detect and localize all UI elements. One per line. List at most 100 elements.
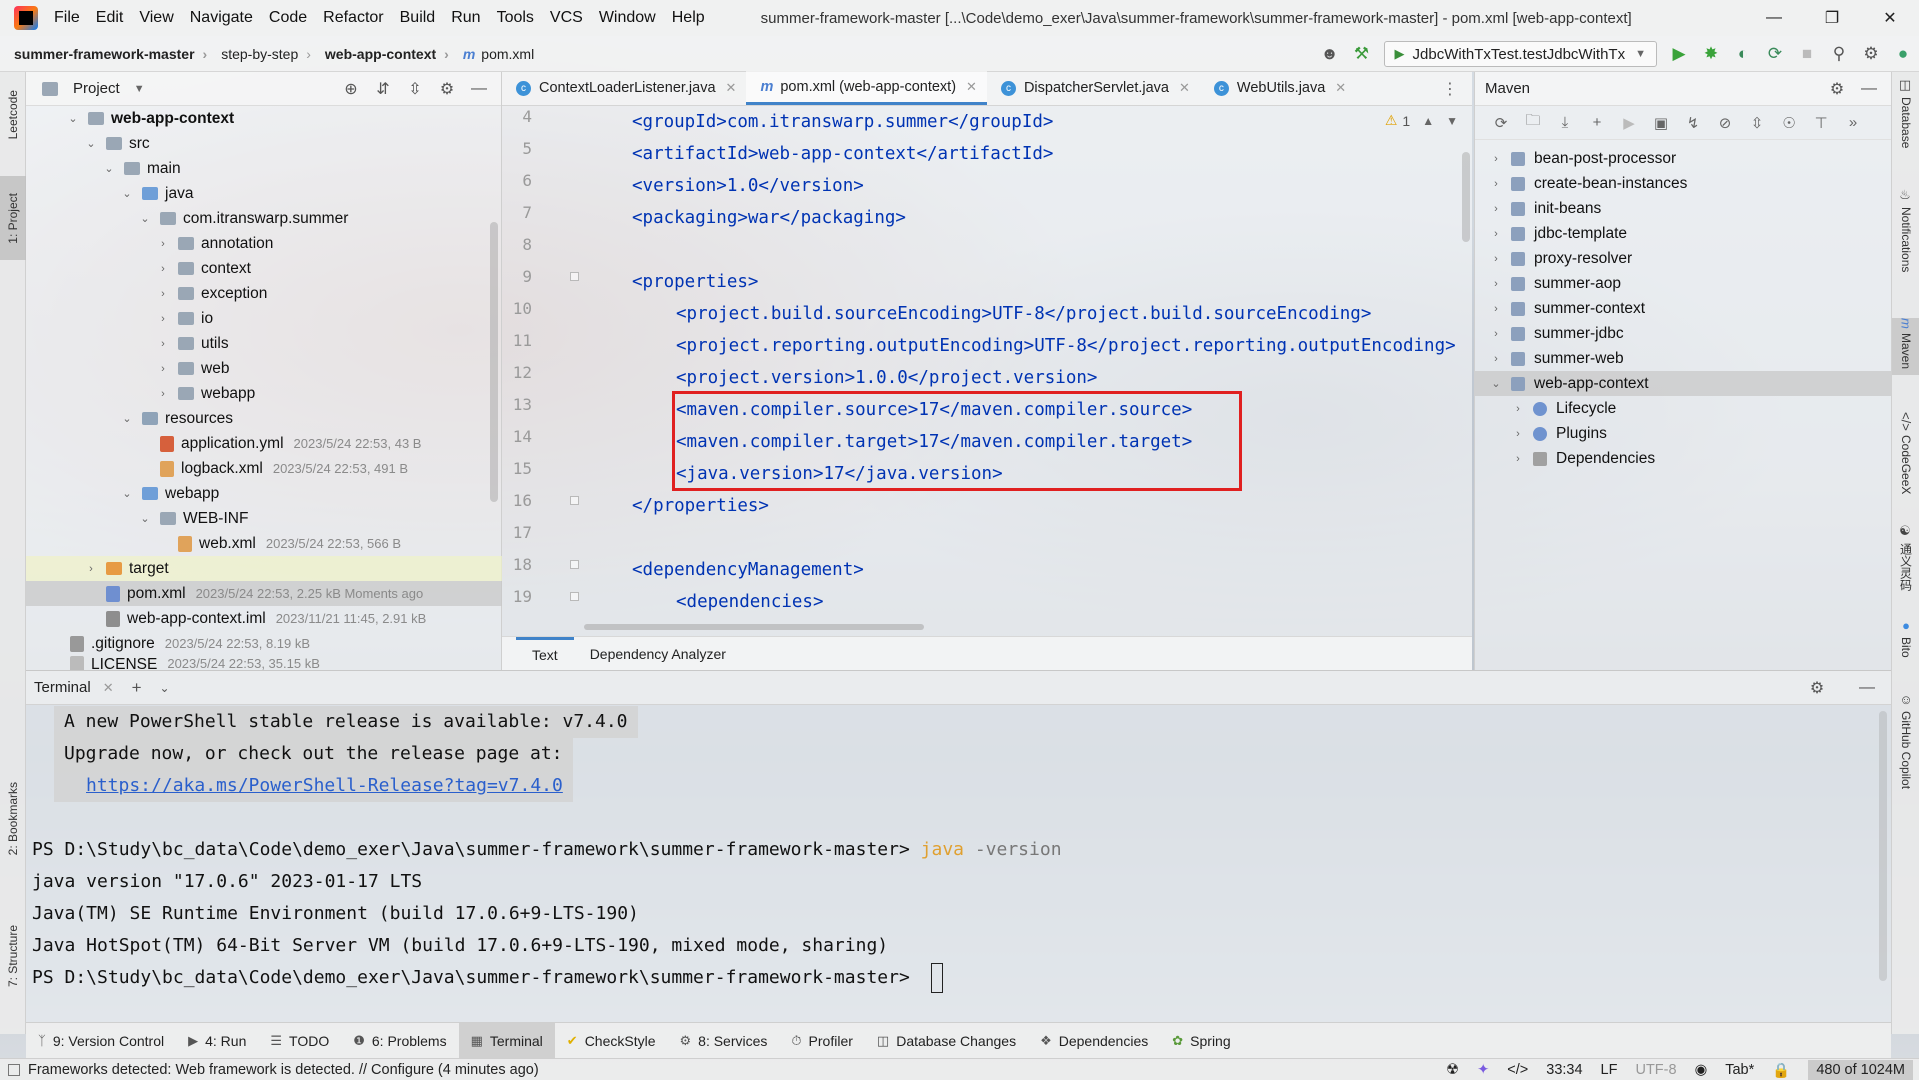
tree-item[interactable]: ⌄ web-app-context bbox=[26, 106, 502, 131]
tab-bookmarks[interactable]: 2: Bookmarks bbox=[0, 774, 26, 864]
tab-text[interactable]: Text bbox=[516, 636, 574, 671]
gear-icon[interactable]: ⚙ bbox=[1855, 36, 1887, 72]
maven-project-item[interactable]: › summer-aop bbox=[1475, 271, 1892, 296]
minimize-icon[interactable]: — bbox=[1745, 0, 1803, 36]
chevron-right-icon[interactable]: › bbox=[156, 338, 170, 350]
tab-github-copilot[interactable]: ☺ GitHub Copilot bbox=[1892, 692, 1919, 789]
code-area[interactable]: <groupId>com.itranswarp.summer</groupId>… bbox=[582, 106, 1472, 636]
breadcrumb-file[interactable]: m pom.xml bbox=[449, 46, 534, 62]
caret-position[interactable]: 33:34 bbox=[1546, 1062, 1582, 1078]
gear-icon[interactable]: ⚙ bbox=[1801, 678, 1833, 698]
tree-item[interactable]: ⌄ WEB-INF bbox=[26, 506, 502, 531]
toolwindow-todo[interactable]: ☰ TODO bbox=[258, 1023, 341, 1059]
toolwindow-services[interactable]: ⚙ 8: Services bbox=[668, 1023, 780, 1059]
menu-run[interactable]: Run bbox=[451, 9, 480, 27]
maven-project-item[interactable]: › init-beans bbox=[1475, 196, 1892, 221]
toggle-offline-icon[interactable]: ↯ bbox=[1677, 114, 1709, 132]
debug-icon[interactable]: ✸ bbox=[1695, 36, 1727, 72]
menu-file[interactable]: File bbox=[54, 9, 80, 27]
toolwindow-dependencies[interactable]: ❖ Dependencies bbox=[1028, 1023, 1160, 1059]
user-icon[interactable]: ☻ bbox=[1314, 36, 1346, 72]
chevron-right-icon[interactable]: › bbox=[1489, 353, 1503, 365]
close-icon[interactable]: ✕ bbox=[966, 79, 977, 95]
tree-item[interactable]: application.yml 2023/5/24 22:53, 43 B bbox=[26, 431, 502, 456]
menu-build[interactable]: Build bbox=[400, 9, 436, 27]
chevron-right-icon[interactable]: › bbox=[1489, 228, 1503, 240]
hide-icon[interactable]: — bbox=[1851, 679, 1883, 697]
run-configuration-select[interactable]: ▶ JdbcWithTxTest.testJdbcWithTx ▼ bbox=[1383, 41, 1657, 67]
maven-project-item[interactable]: › summer-web bbox=[1475, 346, 1892, 371]
hide-icon[interactable]: — bbox=[463, 80, 495, 98]
collapse-icon[interactable]: ⇳ bbox=[1741, 114, 1773, 132]
chevron-down-icon[interactable]: ⌄ bbox=[138, 212, 152, 225]
chevron-right-icon[interactable]: › bbox=[1489, 178, 1503, 190]
build-hammer-icon[interactable]: ⚒ bbox=[1346, 36, 1378, 72]
editor-scrollbar[interactable] bbox=[1462, 152, 1470, 242]
add-folder-icon[interactable]: 🗀 bbox=[1517, 110, 1549, 135]
restore-icon[interactable]: ❐ bbox=[1803, 0, 1861, 36]
chevron-right-icon[interactable]: › bbox=[1489, 278, 1503, 290]
line-separator[interactable]: LF bbox=[1601, 1062, 1618, 1078]
menu-refactor[interactable]: Refactor bbox=[323, 9, 383, 27]
gear-icon[interactable]: ⚙ bbox=[431, 79, 463, 99]
close-icon[interactable]: ✕ bbox=[1335, 80, 1346, 96]
toolwindow-problems[interactable]: ❶ 6: Problems bbox=[341, 1023, 458, 1059]
tab-bito[interactable]: ● Bito bbox=[1892, 618, 1919, 658]
skip-tests-icon[interactable]: ⊘ bbox=[1709, 114, 1741, 132]
tree-item[interactable]: ⌄ java bbox=[26, 181, 502, 206]
download-icon[interactable]: ⤓ bbox=[1549, 114, 1581, 131]
close-icon[interactable]: ✕ bbox=[103, 680, 114, 696]
run-icon[interactable]: ▶ bbox=[1663, 36, 1695, 72]
tab-leetcode[interactable]: Leetcode bbox=[0, 80, 26, 150]
maven-lifecycle-item[interactable]: › Lifecycle bbox=[1475, 396, 1892, 421]
maven-project-item[interactable]: › create-bean-instances bbox=[1475, 171, 1892, 196]
tree-item[interactable]: › target bbox=[26, 556, 502, 581]
tab-database[interactable]: ◫ Database bbox=[1892, 78, 1919, 148]
chevron-down-icon[interactable]: ⌄ bbox=[102, 162, 116, 175]
terminal-input-line[interactable]: PS D:\Study\bc_data\Code\demo_exer\Java\… bbox=[32, 962, 943, 994]
expand-icon[interactable]: ⊤ bbox=[1805, 114, 1837, 132]
add-icon[interactable]: + bbox=[132, 678, 142, 698]
toggle-tool-windows-icon[interactable] bbox=[8, 1063, 20, 1076]
chevron-right-icon[interactable]: › bbox=[1511, 453, 1525, 465]
power-save-icon[interactable]: ☢ bbox=[1446, 1062, 1459, 1078]
indent-setting[interactable]: Tab* bbox=[1725, 1062, 1754, 1078]
maven-project-item[interactable]: › jdbc-template bbox=[1475, 221, 1892, 246]
toolwindow-spring[interactable]: ✿ Spring bbox=[1160, 1023, 1242, 1059]
tab-notifications[interactable]: ♨ Notifications bbox=[1892, 188, 1919, 272]
chevron-right-icon[interactable]: › bbox=[1489, 153, 1503, 165]
tree-item[interactable]: ⌄ com.itranswarp.summer bbox=[26, 206, 502, 231]
chevron-right-icon[interactable]: › bbox=[156, 313, 170, 325]
add-icon[interactable]: + bbox=[1581, 114, 1613, 131]
release-link[interactable]: https://aka.ms/PowerShell-Release?tag=v7… bbox=[86, 775, 563, 796]
tree-item[interactable]: › web bbox=[26, 356, 502, 381]
plugin-logo-icon[interactable]: ● bbox=[1887, 36, 1919, 72]
tree-item[interactable]: › io bbox=[26, 306, 502, 331]
chevron-down-icon[interactable]: ▼ bbox=[134, 83, 145, 95]
tab-structure[interactable]: 7: Structure bbox=[0, 912, 26, 1000]
close-icon[interactable]: ✕ bbox=[1179, 80, 1190, 96]
tree-item[interactable]: logback.xml 2023/5/24 22:53, 491 B bbox=[26, 456, 502, 481]
maven-dependencies-item[interactable]: › Dependencies bbox=[1475, 446, 1892, 471]
fold-icon[interactable] bbox=[570, 272, 579, 281]
tab-dependency-analyzer[interactable]: Dependency Analyzer bbox=[574, 637, 742, 671]
maven-project-item[interactable]: › bean-post-processor bbox=[1475, 146, 1892, 171]
coverage-icon[interactable]: ◐ bbox=[1727, 36, 1759, 72]
stop-icon[interactable]: ■ bbox=[1791, 36, 1823, 72]
maven-plugins-item[interactable]: › Plugins bbox=[1475, 421, 1892, 446]
chevron-right-icon[interactable]: › bbox=[1489, 253, 1503, 265]
toolwindow-profiler[interactable]: ⏱ Profiler bbox=[779, 1023, 865, 1059]
chevron-down-icon[interactable]: ⌄ bbox=[160, 681, 170, 695]
tree-item[interactable]: ⌄ src bbox=[26, 131, 502, 156]
tree-item[interactable]: web-app-context.iml 2023/11/21 11:45, 2.9… bbox=[26, 606, 502, 631]
tab-web-utils[interactable]: c WebUtils.java ✕ bbox=[1200, 71, 1356, 105]
maven-project-item-selected[interactable]: ⌄ web-app-context bbox=[1475, 371, 1892, 396]
breadcrumb-project[interactable]: summer-framework-master › bbox=[0, 46, 207, 62]
more-tabs-icon[interactable]: ⋮ bbox=[1442, 72, 1458, 106]
show-dependencies-icon[interactable]: ☉ bbox=[1773, 114, 1805, 132]
menu-vcs[interactable]: VCS bbox=[550, 9, 583, 27]
toolwindow-terminal[interactable]: ▦ Terminal bbox=[458, 1022, 555, 1059]
chevron-right-icon[interactable]: › bbox=[1489, 328, 1503, 340]
breadcrumb-step-by-step[interactable]: step-by-step › bbox=[207, 46, 311, 62]
toolwindow-database-changes[interactable]: ◫ Database Changes bbox=[865, 1023, 1028, 1059]
